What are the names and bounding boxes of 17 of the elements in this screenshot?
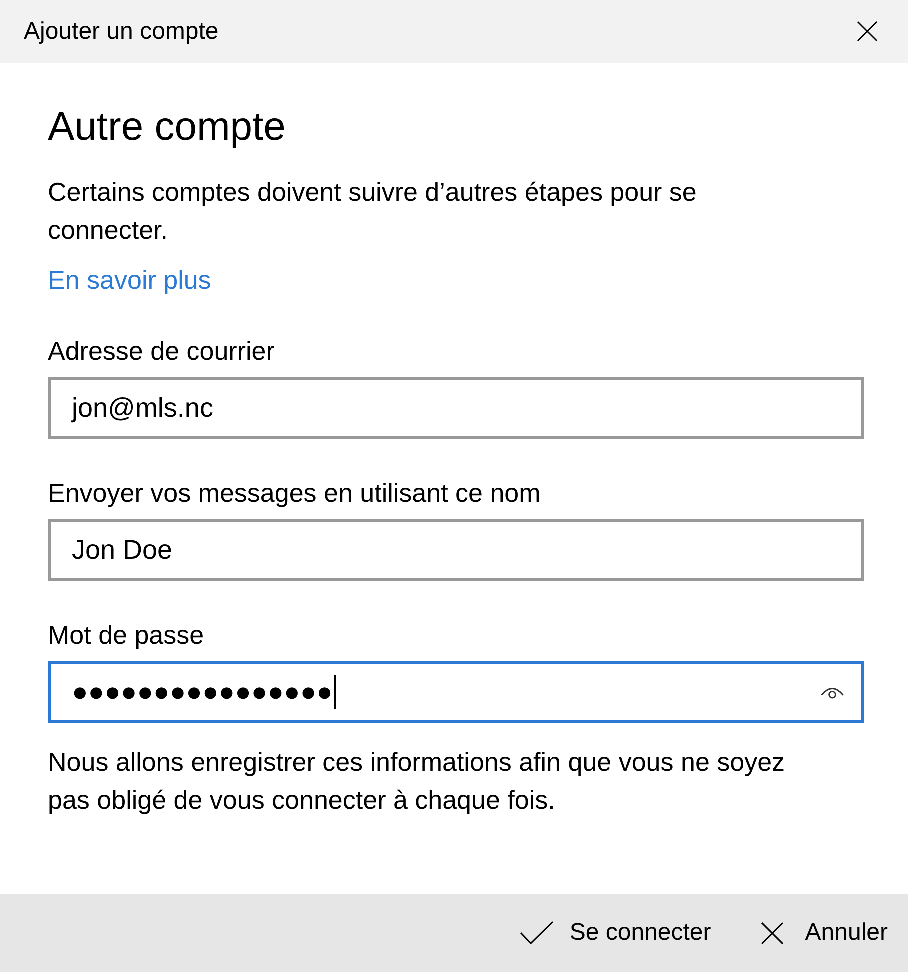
field-label: Adresse de courrier [48, 335, 276, 368]
window-title: Ajouter un compte [24, 16, 219, 46]
cancel-button[interactable]: Annuler [761, 909, 888, 957]
sign-in-button[interactable]: Se connecter [520, 909, 712, 957]
password-field[interactable]: ●●●●●●●●●●●●●●●● [48, 661, 864, 723]
text-field[interactable]: Jon Doe [48, 519, 864, 581]
dialog-heading: Autre compte [48, 104, 287, 151]
field-label: Mot de passe [48, 619, 206, 652]
learn-more-link[interactable]: En savoir plus [48, 261, 212, 299]
note-text: Nous allons enregistrer ces informations afin que vous ne soyez pas obligé de vous connecter à chaque fois. [48, 746, 786, 817]
close-icon [857, 21, 878, 42]
text-cursor-icon [334, 675, 336, 709]
field-label: Envoyer vos messages en utilisant ce nom [48, 477, 542, 510]
close-icon [761, 922, 784, 944]
description-text: Certains comptes doivent suivre d’autres étapes pour se connecter. [48, 176, 698, 247]
text-field[interactable]: jon@mls.nc [48, 377, 864, 439]
checkmark-icon [520, 921, 554, 945]
